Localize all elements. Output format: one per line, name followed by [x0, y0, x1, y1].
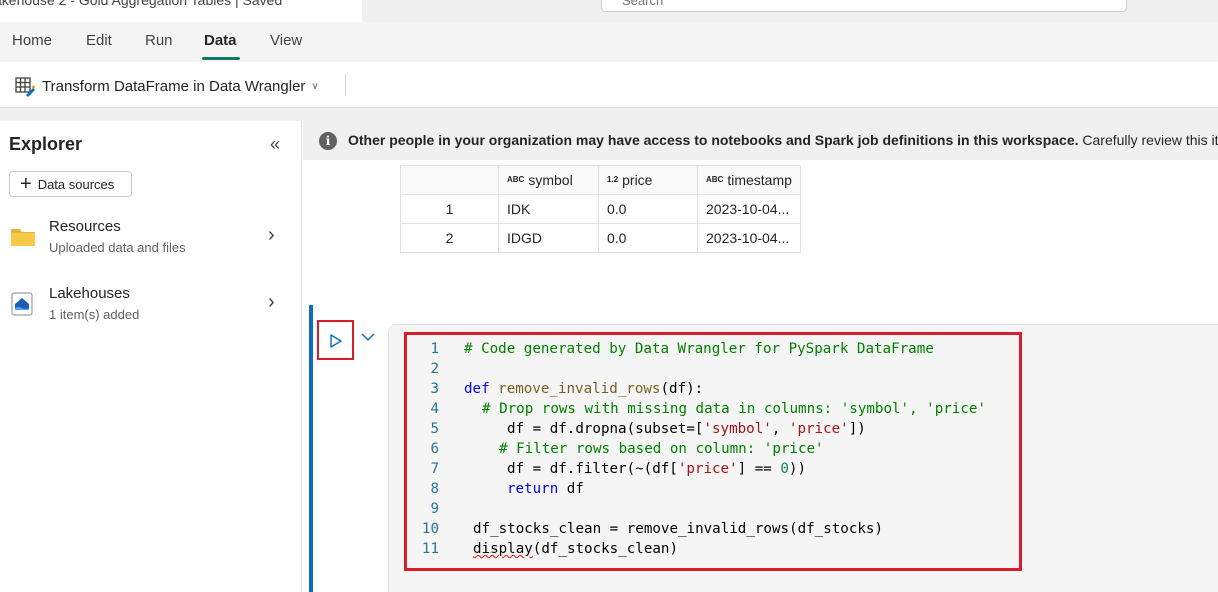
- line-number: 11: [421, 541, 439, 557]
- row-index: 2: [400, 223, 499, 253]
- cell-timestamp: 2023-10-04...: [697, 223, 801, 253]
- line-number: 2: [430, 361, 439, 377]
- info-normal-text: Carefully review this item before: [1082, 132, 1218, 148]
- cell-symbol: IDK: [498, 194, 599, 224]
- code-text: display(df_stocks_clean): [473, 541, 679, 557]
- lakehouse-icon: [11, 292, 33, 316]
- code-text: # Drop rows with missing data in columns…: [482, 401, 986, 417]
- tab-edit[interactable]: Edit: [86, 32, 112, 49]
- column-name: symbol: [528, 172, 573, 188]
- ribbon-gap: [0, 108, 1218, 121]
- index-header: [400, 165, 499, 195]
- search-placeholder: Search: [622, 0, 664, 8]
- cell-price: 0.0: [598, 194, 698, 224]
- code-highlight-box: 1 # Code generated by Data Wrangler for P…: [404, 332, 1022, 571]
- line-number: 7: [430, 461, 439, 477]
- run-cell-button[interactable]: [317, 320, 354, 360]
- line-number: 6: [430, 441, 439, 457]
- column-name: timestamp: [727, 172, 792, 188]
- tab-home[interactable]: Home: [12, 32, 52, 49]
- explorer-title: Explorer: [9, 134, 83, 154]
- explorer-pane: Explorer « + Data sources Resources Uplo…: [0, 121, 302, 592]
- info-banner-text: Other people in your organization may ha…: [348, 132, 1218, 148]
- code-text: # Filter rows based on column: 'price': [499, 441, 824, 457]
- cell-price: 0.0: [598, 223, 698, 253]
- chevron-right-icon: ›: [268, 224, 275, 246]
- add-data-sources-button[interactable]: + Data sources: [9, 171, 132, 197]
- data-wrangler-icon: [15, 77, 35, 97]
- column-header-price[interactable]: 1.2 price: [598, 165, 698, 195]
- decimal-type-icon: 1.2: [607, 175, 619, 184]
- code-text: df = df.filter(~(df['price'] == 0)): [507, 461, 806, 477]
- active-cell-indicator: [309, 305, 313, 592]
- table-row: 2 IDGD 0.0 2023-10-04...: [400, 223, 801, 253]
- play-icon: [330, 334, 342, 348]
- transform-button-label: Transform DataFrame in Data Wrangler: [42, 77, 306, 95]
- code-text: def remove_invalid_rows(df):: [464, 381, 704, 397]
- tab-data[interactable]: Data: [204, 32, 237, 49]
- line-number: 10: [421, 521, 439, 537]
- cell-collapse-chevron-icon[interactable]: [361, 333, 375, 342]
- title-bar: akehouse 2 - Gold Aggregation Tables | S…: [0, 0, 1218, 22]
- tab-run[interactable]: Run: [145, 32, 173, 49]
- resources-label: Resources: [49, 218, 121, 235]
- resources-sublabel: Uploaded data and files: [49, 240, 186, 255]
- line-number: 4: [430, 401, 439, 417]
- explorer-item-lakehouses[interactable]: Lakehouses 1 item(s) added ›: [0, 283, 300, 329]
- active-tab-indicator: [202, 57, 240, 60]
- output-table: ABC symbol 1.2 price ABC timestamp 1 IDK 0.…: [400, 165, 801, 253]
- document-title: akehouse 2 - Gold Aggregation Tables | S…: [0, 0, 283, 8]
- transform-data-wrangler-button[interactable]: Transform DataFrame in Data Wrangler ∨: [14, 74, 319, 98]
- info-icon: i: [319, 132, 337, 150]
- code-text: # Code generated by Data Wrangler for Py…: [464, 341, 934, 357]
- line-number: 9: [430, 501, 439, 517]
- folder-icon: [11, 229, 35, 246]
- lakehouses-label: Lakehouses: [49, 285, 130, 302]
- column-name: price: [622, 172, 653, 188]
- table-header-row: ABC symbol 1.2 price ABC timestamp: [400, 165, 801, 195]
- column-header-symbol[interactable]: ABC symbol: [498, 165, 599, 195]
- collapse-pane-icon[interactable]: «: [270, 134, 280, 155]
- plus-icon: +: [20, 173, 32, 195]
- column-header-timestamp[interactable]: ABC timestamp: [697, 165, 801, 195]
- data-sources-label: Data sources: [37, 176, 115, 192]
- line-number: 1: [430, 341, 439, 357]
- code-text: df = df.dropna(subset=['symbol', 'price'…: [507, 421, 866, 437]
- ribbon: Transform DataFrame in Data Wrangler ∨: [0, 62, 1218, 108]
- tab-view[interactable]: View: [270, 32, 302, 49]
- menu-bar: Home Edit Run Data View: [0, 22, 1218, 62]
- info-banner: i Other people in your organization may …: [303, 121, 1218, 160]
- lakehouses-sublabel: 1 item(s) added: [49, 307, 140, 322]
- chevron-down-icon: ∨: [311, 80, 319, 92]
- ribbon-divider: [345, 74, 346, 96]
- row-index: 1: [400, 194, 499, 224]
- cell-timestamp: 2023-10-04...: [697, 194, 801, 224]
- string-type-icon: ABC: [507, 175, 525, 184]
- line-number: 5: [430, 421, 439, 437]
- table-row: 1 IDK 0.0 2023-10-04...: [400, 194, 801, 224]
- search-input[interactable]: Search: [601, 0, 1127, 12]
- code-text: return df: [507, 481, 584, 497]
- notebook-main: i Other people in your organization may …: [303, 121, 1218, 592]
- code-text: df_stocks_clean = remove_invalid_rows(df…: [473, 521, 883, 537]
- string-type-icon: ABC: [706, 175, 724, 184]
- chevron-right-icon: ›: [268, 291, 275, 313]
- line-number: 3: [430, 381, 439, 397]
- info-bold-text: Other people in your organization may ha…: [348, 132, 1079, 148]
- document-title-tab: akehouse 2 - Gold Aggregation Tables | S…: [0, 0, 362, 22]
- cell-symbol: IDGD: [498, 223, 599, 253]
- explorer-item-resources[interactable]: Resources Uploaded data and files ›: [0, 216, 300, 262]
- line-number: 8: [430, 481, 439, 497]
